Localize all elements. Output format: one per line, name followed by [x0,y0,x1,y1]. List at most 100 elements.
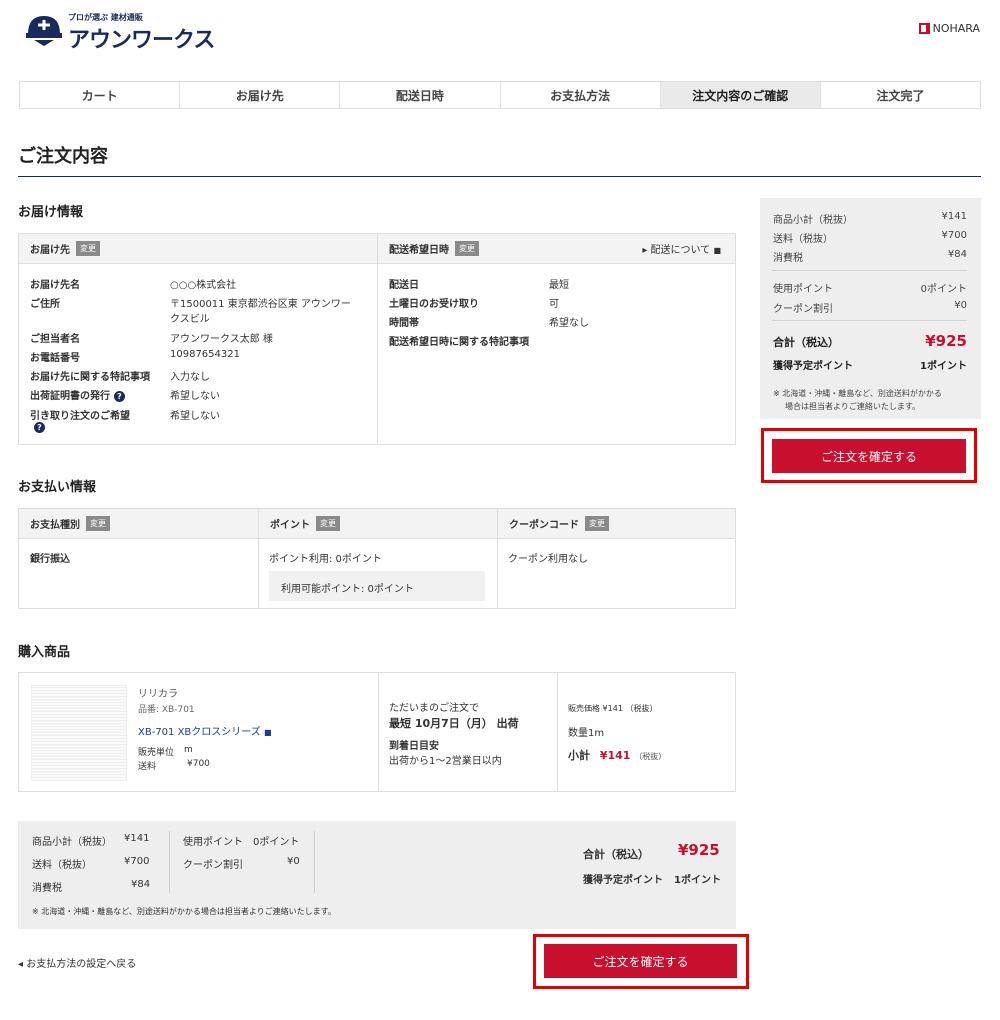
payment-divider-2 [497,539,498,608]
change-date-button[interactable]: 変更 [455,241,479,256]
nohara-logo[interactable]: NOHARA [918,22,980,35]
certificate-value: 希望しない [170,391,220,402]
address-value: 〒1500011 東京都渋谷区東 アウンワー [170,299,351,310]
ship-date: 最短 10月7日（月） 出荷 [389,717,519,730]
summary-tax-row: 消費税 ¥84 [773,249,967,264]
help-icon[interactable]: ? [114,390,125,402]
bottom-summary: 商品小計（税抜） ¥141 送料（税抜） ¥700 消費税 ¥84 使用ポイント… [18,821,736,929]
address-value-line2: クスビル [170,314,210,325]
bottom-points: 0ポイント [253,837,300,848]
coupon-header-label: クーポンコード [509,520,579,531]
dest-header: お届け先 変更 [19,234,377,264]
summary-total-row: 合計（税込） ¥925 [773,332,967,350]
summary-tax-label: 消費税 [773,253,803,264]
summary-shipping: ¥700 [941,230,967,241]
confirm-order-button-top[interactable]: ご注文を確定する [772,439,966,473]
summary-divider [772,320,967,321]
timeslot-value: 希望なし [549,318,589,329]
pickup-key: 引き取り注文のご希望 [30,411,130,422]
payment-box: お支払種別 変更 ポイント 変更 クーポンコード 変更 銀行振込 ポイント利用:… [18,508,736,609]
summary-shipping-label: 送料（税抜） [773,234,833,245]
bottom-divider-2 [314,831,315,893]
bottom-tax: ¥84 [131,879,151,890]
title-divider [18,176,981,177]
coupon-value: クーポン利用なし [508,554,588,565]
point-header: ポイント 変更 [258,509,497,539]
summary-note: ※ 北海道・沖縄・離島など、別途送料がかかる 場合は担当者よりご連絡いたします。 [773,387,942,413]
summary-points-label: 使用ポイント [773,284,833,295]
payment-type-value: 銀行振込 [30,554,70,565]
payment-type-label: お支払種別 [30,520,80,531]
step-complete: 注文完了 [876,88,925,103]
unit-price: 販売価格 ¥141 （税抜） [568,703,657,714]
step-confirm: 注文内容のご確認 [660,82,821,108]
quantity: 数量1m [568,728,605,739]
summary-note-line1: ※ 北海道・沖縄・離島など、別途送料がかかる [773,389,942,398]
page-title: ご注文内容 [18,146,108,167]
subtotal-label: 小計 [568,749,590,762]
summary-coupon-row: クーポン割引 ¥0 [773,300,967,315]
summary-total-label: 合計（税込） [773,336,839,349]
bottom-tax-label: 消費税 [32,883,62,894]
certificate-key: 出荷証明書の発行? [30,387,125,402]
ship-value: ¥700 [187,759,210,769]
about-delivery-link[interactable]: ▸ 配送について ■ [642,241,721,256]
ship-date-value: 最短 [549,280,569,291]
unit-value: m [184,745,193,755]
back-link[interactable]: ◂ お支払方法の設定へ戻る [18,955,136,970]
change-dest-button[interactable]: 変更 [76,241,100,256]
saturday-value: 可 [549,299,559,310]
subtotal-tax-note: （税抜） [634,752,667,761]
bottom-subtotal-label: 商品小計（税抜） [32,837,112,848]
bottom-divider-1 [169,831,170,893]
summary-subtotal: ¥141 [941,211,967,222]
nohara-label: NOHARA [932,22,980,35]
line-subtotal: 小計 ¥141 （税抜） [568,747,666,763]
product-image[interactable] [31,685,127,781]
confirm-order-button-bottom[interactable]: ご注文を確定する [544,944,737,978]
summary-coupon: ¥0 [954,300,967,311]
price-value: ¥141 [602,704,623,713]
product-code: 品番: XB-701 [138,705,195,715]
coupon-header: クーポンコード 変更 [497,509,735,539]
dest-note-key: お届け先に関する特記事項 [30,372,150,383]
contact-value: アウンワークス太郎 様 [170,334,273,345]
nohara-mark-icon [918,23,930,34]
step-cart: カート [20,82,181,108]
bottom-shipping: ¥700 [124,856,150,867]
price-tax-note: （税抜） [625,704,658,713]
site-logo[interactable]: プロが選ぶ 建材通販 アウンワークス [24,10,215,53]
back-link-label: お支払方法の設定へ戻る [26,959,137,970]
change-payment-button[interactable]: 変更 [86,516,110,531]
bottom-shipping-label: 送料（税抜） [32,860,92,871]
summary-points: 0ポイント [920,284,967,295]
order-summary: 商品小計（税抜） ¥141 送料（税抜） ¥700 消費税 ¥84 使用ポイント 0ポイ… [760,198,981,419]
point-header-label: ポイント [270,520,310,531]
bottom-total: ¥925 [678,841,720,859]
bottom-total-label: 合計（税込） [583,848,649,861]
available-points: 利用可能ポイント: 0ポイント [269,571,485,601]
help-icon[interactable]: ? [34,422,45,433]
unit-label: 販売単位 [138,748,175,758]
summary-earn: 1ポイント [920,361,967,372]
payment-section-title: お支払い情報 [18,480,97,495]
delivery-divider [377,264,378,444]
step-destination: お届け先 [180,82,341,108]
product-row: リリカラ 品番: XB-701 XB-701 XBクロスシリーズ ■ 販売単位 … [18,672,736,792]
step-payment: お支払方法 [501,82,661,108]
change-coupon-button[interactable]: 変更 [585,516,609,531]
change-point-button[interactable]: 変更 [316,516,340,531]
summary-earn-label: 獲得予定ポイント [773,361,853,372]
pickup-value: 希望しない [170,411,220,422]
date-note-key: 配送希望日時に関する特記事項 [389,337,529,348]
phone-value: 10987654321 [170,349,240,360]
date-header: 配送希望日時 変更 ▸ 配送について ■ [377,234,735,264]
contact-key: ご担当者名 [30,334,80,345]
dest-header-label: お届け先 [30,245,70,256]
summary-points-row: 使用ポイント 0ポイント [773,280,967,295]
product-name-link[interactable]: XB-701 XBクロスシリーズ ■ [138,723,272,738]
bottom-earn-label: 獲得予定ポイント [583,875,663,886]
bottom-points-label: 使用ポイント [183,837,243,848]
certificate-key-label: 出荷証明書の発行 [30,391,110,402]
dest-name-value: ○○○株式会社 [170,280,237,291]
